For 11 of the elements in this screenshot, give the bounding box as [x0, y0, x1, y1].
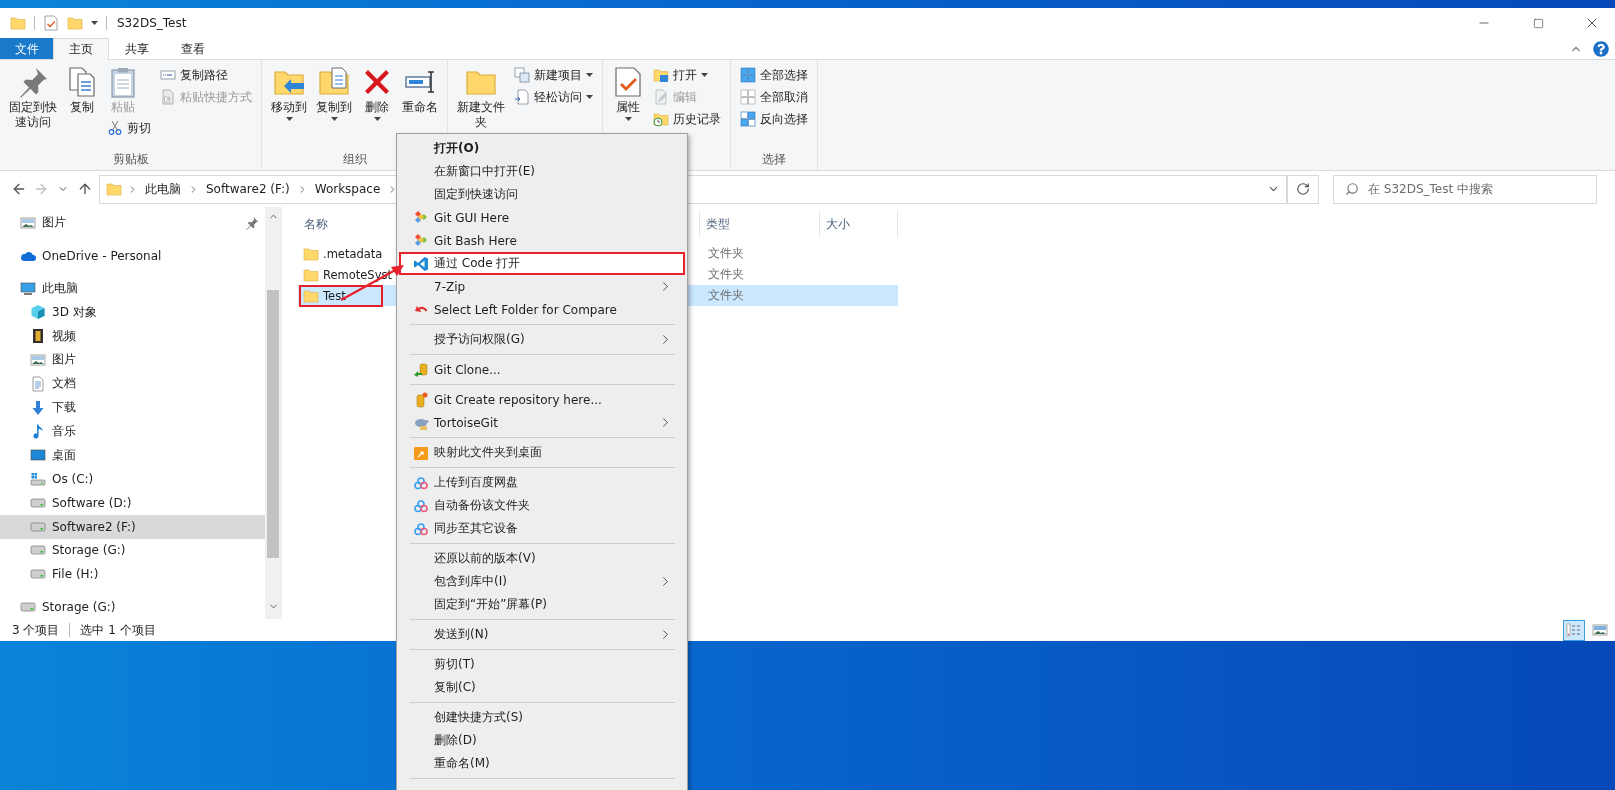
file-type: 文件夹: [707, 266, 744, 283]
group-label: 剪贴板: [112, 151, 149, 168]
file-type: 文件夹: [707, 287, 744, 304]
file-type: 文件夹: [707, 245, 744, 262]
window-title: S32DS_Test: [117, 16, 188, 30]
file-name: .metadata: [323, 246, 383, 261]
selection-count: 选中 1 个项目: [80, 621, 156, 639]
group-label: 组织: [342, 151, 367, 168]
group-label: 选择: [762, 151, 786, 168]
item-count: 3 个项目: [12, 621, 60, 639]
file-name: Test: [323, 288, 346, 303]
